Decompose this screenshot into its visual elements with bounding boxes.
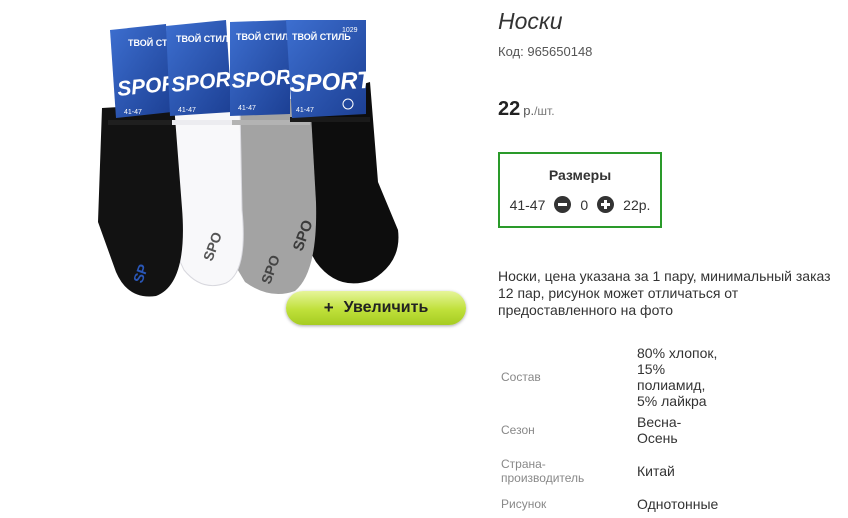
plus-icon: +: [323, 298, 334, 317]
minus-icon[interactable]: [554, 196, 572, 213]
code-label: Код:: [498, 44, 524, 59]
product-photo[interactable]: SPO SPO SPO SP ТВОЙ СТИЛЬ SPORT 41-47 ТВ…: [80, 0, 480, 330]
price-per: /шт.: [534, 104, 555, 118]
plus-icon[interactable]: [597, 196, 615, 213]
size-row: 41-47 0 22р.: [500, 196, 660, 213]
price-unit: р./шт.: [523, 103, 555, 118]
price: 22 р./шт.: [498, 98, 555, 121]
property-value: 80% хлопок, 15% полиамид, 5% лайкра: [637, 345, 718, 409]
svg-text:41-47: 41-47: [178, 107, 196, 114]
sizes-box: Размеры 41-47 0 22р.: [498, 152, 662, 228]
properties-table: Состав 80% хлопок, 15% полиамид, 5% лайк…: [498, 345, 718, 517]
quantity-value[interactable]: 0: [580, 197, 588, 213]
size-price: 22р.: [623, 196, 651, 213]
property-name: Рисунок: [501, 497, 547, 511]
sizes-title: Размеры: [548, 167, 612, 183]
svg-text:1029: 1029: [342, 27, 358, 34]
product-code: Код: 965650148: [498, 44, 592, 59]
svg-text:ТВОЙ СТИЛЬ: ТВОЙ СТИЛЬ: [176, 33, 235, 44]
property-row: Сезон Весна- Осень: [498, 409, 718, 451]
svg-text:41-47: 41-47: [296, 107, 314, 114]
zoom-label: Увеличить: [343, 299, 429, 316]
price-currency: р.: [523, 103, 535, 118]
svg-text:41-47: 41-47: [238, 105, 256, 112]
socks-image[interactable]: SPO SPO SPO SP ТВОЙ СТИЛЬ SPORT 41-47 ТВ…: [80, 0, 480, 300]
property-value: Китай: [637, 463, 675, 479]
svg-text:41-47: 41-47: [124, 109, 142, 116]
property-name: Страна- производитель: [501, 457, 585, 485]
product-title: Носки: [498, 8, 563, 34]
price-value: 22: [498, 98, 521, 120]
property-value: Однотонные: [637, 496, 719, 512]
package-label-4: ТВОЙ СТИЛЬ 1029 SPORT 41-47: [286, 20, 375, 118]
code-value: 965650148: [527, 44, 593, 59]
property-name: Состав: [501, 370, 541, 384]
property-row: Страна- производитель Китай: [498, 451, 718, 491]
property-row: Состав 80% хлопок, 15% полиамид, 5% лайк…: [498, 345, 718, 409]
zoom-button[interactable]: + Увеличить: [286, 291, 466, 325]
product-description: Носки, цена указана за 1 пару, минимальн…: [498, 268, 831, 318]
svg-text:ТВОЙ СТИЛЬ: ТВОЙ СТИЛЬ: [236, 31, 295, 42]
property-value: Весна- Осень: [637, 414, 682, 446]
property-name: Сезон: [501, 423, 535, 437]
property-row: Рисунок Однотонные: [498, 491, 718, 517]
svg-text:SPORT: SPORT: [289, 67, 375, 98]
size-label: 41-47: [509, 196, 546, 213]
